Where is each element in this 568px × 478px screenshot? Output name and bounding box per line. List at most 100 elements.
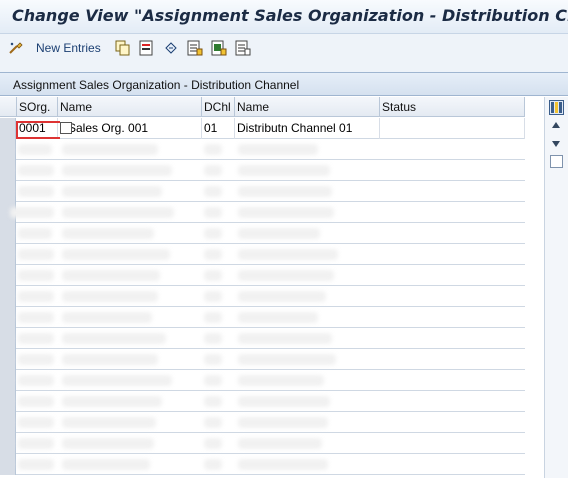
redacted-text (62, 270, 160, 281)
redacted-text (18, 228, 52, 239)
column-header-name[interactable]: Name (58, 97, 202, 117)
redacted-text (62, 438, 154, 449)
name-cell: Sales Org. 001 (58, 118, 202, 139)
redacted-text (238, 228, 320, 239)
redacted-text (18, 165, 54, 176)
redacted-text (238, 333, 332, 344)
delete-icon[interactable] (139, 40, 155, 56)
table-row (0, 391, 525, 412)
redacted-text (18, 354, 54, 365)
redacted-text (204, 270, 222, 281)
redacted-text (18, 333, 54, 344)
redacted-text (204, 186, 222, 197)
panel-title: Assignment Sales Organization - Distribu… (13, 78, 300, 92)
redacted-text (204, 165, 222, 176)
redacted-text (62, 375, 172, 386)
table-panel: Assignment Sales Organization - Distribu… (0, 72, 568, 478)
redacted-text (62, 207, 174, 218)
table-row (0, 139, 525, 160)
table-row (0, 181, 525, 202)
table-row (0, 160, 525, 181)
scroll-down-button[interactable] (552, 141, 560, 147)
table-row (0, 223, 525, 244)
table-row (0, 412, 525, 433)
redacted-text (238, 186, 332, 197)
copy-icon[interactable] (115, 40, 131, 56)
status-cell (380, 118, 525, 139)
row-selector[interactable] (0, 391, 16, 412)
redacted-text (62, 249, 170, 260)
row-selector[interactable] (0, 349, 16, 370)
row-selector[interactable] (0, 454, 16, 475)
focus-marker (16, 121, 60, 139)
redacted-text (18, 186, 54, 197)
row-selector[interactable] (0, 433, 16, 454)
panel-header: Assignment Sales Organization - Distribu… (0, 73, 568, 96)
dchl-cell[interactable]: 01 (202, 118, 235, 139)
scroll-up-button[interactable] (552, 122, 560, 128)
redacted-text (18, 144, 52, 155)
redacted-text (238, 207, 334, 218)
redacted-text (204, 333, 222, 344)
redacted-text (62, 165, 172, 176)
name-cell-2: Distributn Channel 01 (235, 118, 380, 139)
row-selector[interactable] (0, 307, 16, 328)
redacted-text (62, 312, 152, 323)
redacted-text (204, 459, 222, 470)
undo-icon[interactable] (163, 40, 179, 56)
column-header-sorg[interactable]: SOrg. (17, 97, 58, 117)
column-header-name-2[interactable]: Name (235, 97, 380, 117)
table-row (0, 328, 525, 349)
redacted-text (238, 312, 318, 323)
select-all-rows-cell[interactable] (0, 97, 17, 117)
select-all-icon[interactable] (187, 40, 203, 56)
redacted-text (18, 270, 54, 281)
table-row: 0001 Sales Org. 001 01 Distributn Channe… (0, 118, 525, 139)
new-entries-icon[interactable] (8, 40, 24, 56)
redacted-text (238, 417, 328, 428)
redacted-text (18, 312, 54, 323)
redacted-text (204, 396, 222, 407)
redacted-text (18, 438, 54, 449)
table-row (0, 307, 525, 328)
table-settings-icon[interactable] (549, 100, 564, 115)
redacted-text (238, 354, 336, 365)
table-control: SOrg. Name DChl Name Status 0001 Sales O… (0, 97, 525, 478)
row-selector[interactable] (0, 328, 16, 349)
column-header-status[interactable]: Status (380, 97, 525, 117)
row-selector[interactable] (0, 181, 16, 202)
redacted-text (204, 144, 222, 155)
row-selector[interactable] (0, 160, 16, 181)
redacted-text (204, 354, 222, 365)
new-entries-button[interactable]: New Entries (36, 41, 101, 55)
redacted-text (238, 249, 338, 260)
table-row (0, 202, 525, 223)
redacted-text (18, 249, 54, 260)
select-block-icon[interactable] (211, 40, 227, 56)
application-toolbar: New Entries (0, 35, 568, 63)
scroll-thumb[interactable] (550, 155, 563, 168)
row-selector[interactable] (0, 244, 16, 265)
table-row (0, 370, 525, 391)
redacted-text (18, 375, 54, 386)
column-header-dchl[interactable]: DChl (202, 97, 235, 117)
row-selector[interactable] (0, 265, 16, 286)
vertical-scrollbar[interactable] (544, 97, 568, 478)
redacted-text (238, 438, 322, 449)
redacted-text (62, 228, 154, 239)
redacted-text (18, 459, 54, 470)
row-selector[interactable] (0, 223, 16, 244)
row-selector[interactable] (0, 139, 16, 160)
row-selector[interactable] (0, 286, 16, 307)
row-selector[interactable] (0, 370, 16, 391)
value-help-icon[interactable] (60, 122, 72, 134)
row-selector[interactable] (0, 118, 16, 139)
redacted-text (10, 207, 54, 218)
redacted-text (204, 249, 222, 260)
row-selector[interactable] (0, 412, 16, 433)
redacted-text (62, 396, 162, 407)
deselect-all-icon[interactable] (235, 40, 251, 56)
table-row (0, 244, 525, 265)
redacted-text (204, 375, 222, 386)
redacted-text (62, 459, 150, 470)
